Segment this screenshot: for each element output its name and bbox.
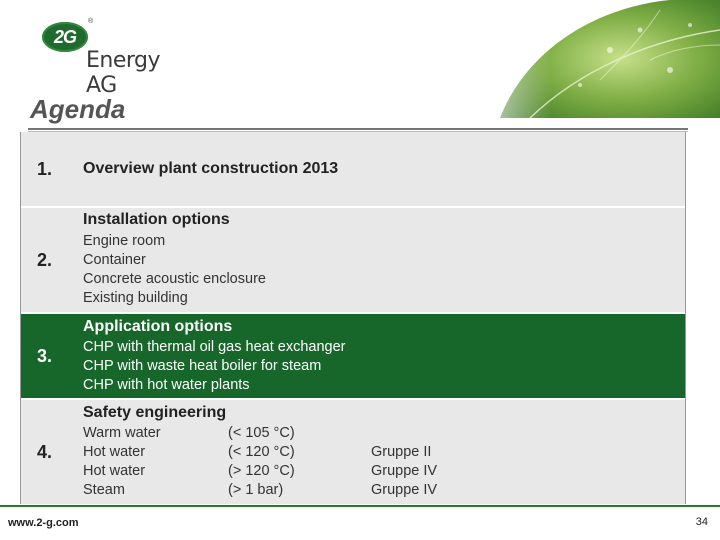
safety-group: Gruppe IV xyxy=(371,482,438,498)
company-logo: 2G ® Energy AG xyxy=(40,18,190,98)
agenda-row-4: 4. Safety engineering Warm water Hot wat… xyxy=(21,400,685,504)
safety-condition: (< 105 °C) xyxy=(228,425,295,441)
agenda-row-3: 3. Application options CHP with thermal … xyxy=(21,314,685,400)
agenda-table: 1. Overview plant construction 2013 2. I… xyxy=(20,132,686,504)
agenda-number: 4. xyxy=(37,442,53,462)
agenda-heading: Safety engineering xyxy=(83,404,227,421)
page-number: 34 xyxy=(695,516,708,528)
agenda-subitem: CHP with waste heat boiler for steam xyxy=(83,358,322,374)
footer-url: www.2-g.com xyxy=(8,517,79,529)
title-divider xyxy=(28,128,688,130)
safety-media-column: Warm water Hot water Hot water Steam xyxy=(83,424,161,500)
agenda-row-2: 2. Installation options Engine room Cont… xyxy=(21,208,685,314)
safety-group-column: Gruppe II Gruppe IV Gruppe IV xyxy=(371,424,437,500)
logo-registered-mark: ® xyxy=(88,18,94,25)
agenda-subitem: CHP with hot water plants xyxy=(83,377,250,393)
safety-medium: Warm water xyxy=(83,425,161,441)
agenda-subitem: Concrete acoustic enclosure xyxy=(83,271,266,287)
page-title: Agenda xyxy=(30,94,126,124)
safety-condition-column: (< 105 °C) (< 120 °C) (> 120 °C) (> 1 ba… xyxy=(228,424,295,500)
agenda-subitem: Existing building xyxy=(83,290,188,306)
safety-group: Gruppe IV xyxy=(371,463,438,479)
leaf-decoration xyxy=(460,0,720,118)
safety-condition: (< 120 °C) xyxy=(228,444,295,460)
agenda-heading: Overview plant construction 2013 xyxy=(83,160,339,177)
safety-condition: (> 1 bar) xyxy=(228,482,284,498)
agenda-subitems: CHP with thermal oil gas heat exchanger … xyxy=(83,338,345,395)
logo-name: Energy AG xyxy=(86,48,161,98)
agenda-row-1: 1. Overview plant construction 2013 xyxy=(21,132,685,208)
safety-group: Gruppe II xyxy=(371,444,432,460)
agenda-subitem: Engine room xyxy=(83,233,166,249)
safety-condition: (> 120 °C) xyxy=(228,463,295,479)
logo-mark: 2G xyxy=(42,22,88,52)
safety-group xyxy=(371,424,437,443)
agenda-heading: Installation options xyxy=(83,211,230,228)
footer-divider xyxy=(0,505,720,507)
agenda-subitems: Engine room Container Concrete acoustic … xyxy=(83,232,266,308)
safety-medium: Hot water xyxy=(83,444,146,460)
agenda-number: 1. xyxy=(37,159,53,179)
safety-medium: Steam xyxy=(83,482,125,498)
agenda-subitem: Container xyxy=(83,252,146,268)
agenda-number: 2. xyxy=(37,250,53,270)
agenda-subitem: CHP with thermal oil gas heat exchanger xyxy=(83,339,346,355)
agenda-number: 3. xyxy=(37,346,53,366)
safety-medium: Hot water xyxy=(83,463,146,479)
agenda-heading: Application options xyxy=(83,318,233,335)
